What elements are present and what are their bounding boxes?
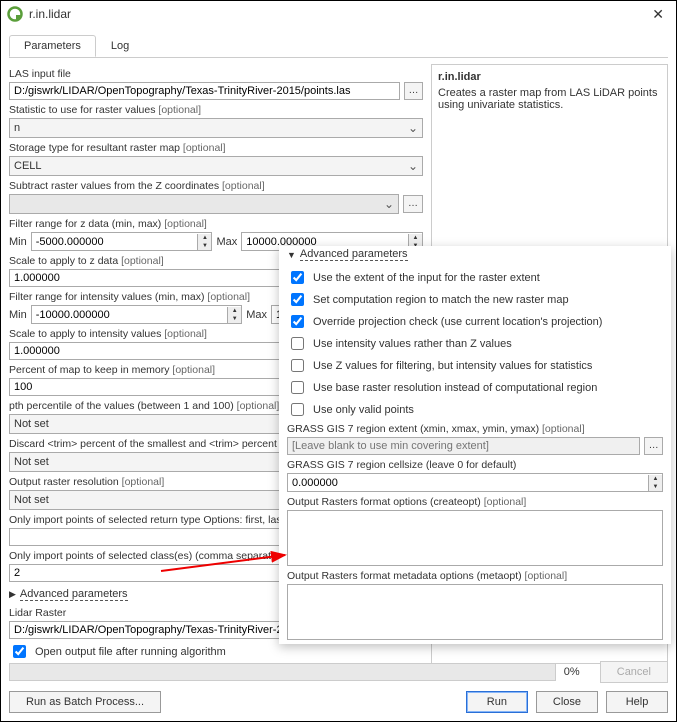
label-min: Min: [9, 236, 27, 248]
triangle-down-icon: ▼: [287, 250, 296, 260]
cancel-button: Cancel: [600, 661, 668, 683]
chk-use-extent[interactable]: Use the extent of the input for the rast…: [287, 268, 663, 287]
label-statistic: Statistic to use for raster values [opti…: [9, 104, 423, 116]
close-button[interactable]: Close: [536, 691, 598, 713]
label-subtract: Subtract raster values from the Z coordi…: [9, 180, 423, 192]
chk-valid-only[interactable]: Use only valid points: [287, 400, 663, 419]
spin-up-icon[interactable]: ▲: [198, 234, 211, 242]
help-button[interactable]: Help: [606, 691, 668, 713]
browse-subtract-button[interactable]: …: [403, 195, 423, 213]
i-min-field[interactable]: ▲▼: [31, 305, 242, 324]
title-bar: r.in.lidar ✕: [1, 1, 676, 27]
statistic-select[interactable]: n: [9, 118, 423, 138]
spin-down-icon[interactable]: ▼: [198, 242, 211, 250]
advanced-params-popover: ▼ Advanced parameters Use the extent of …: [279, 246, 671, 644]
label-las-input: LAS input file: [9, 68, 423, 80]
chk-z-filter[interactable]: Use Z values for filtering, but intensit…: [287, 356, 663, 375]
cellsize-field[interactable]: ▲▼: [287, 473, 663, 492]
subtract-select[interactable]: [9, 194, 399, 214]
spin-up-icon[interactable]: ▲: [409, 234, 422, 242]
label-storage: Storage type for resultant raster map [o…: [9, 142, 423, 154]
label-cellsize: GRASS GIS 7 region cellsize (leave 0 for…: [287, 459, 663, 471]
metaopt-textarea[interactable]: [287, 584, 663, 640]
tab-log[interactable]: Log: [96, 35, 144, 57]
createopt-textarea[interactable]: [287, 510, 663, 566]
close-icon[interactable]: ✕: [646, 6, 670, 23]
run-button[interactable]: Run: [466, 691, 528, 713]
chk-use-intensity[interactable]: Use intensity values rather than Z value…: [287, 334, 663, 353]
browse-las-button[interactable]: …: [404, 82, 423, 100]
help-title: r.in.lidar: [438, 71, 661, 83]
tab-parameters[interactable]: Parameters: [9, 35, 96, 57]
label-metaopt: Output Rasters format metadata options (…: [287, 570, 663, 582]
batch-button[interactable]: Run as Batch Process...: [9, 691, 161, 713]
window-title: r.in.lidar: [29, 7, 646, 21]
open-after-checkbox[interactable]: Open output file after running algorithm: [9, 642, 423, 661]
chk-override-proj[interactable]: Override projection check (use current l…: [287, 312, 663, 331]
qgis-logo-icon: [7, 6, 23, 22]
spin-up-icon[interactable]: ▲: [228, 307, 241, 315]
chk-set-region[interactable]: Set computation region to match the new …: [287, 290, 663, 309]
chk-base-res[interactable]: Use base raster resolution instead of co…: [287, 378, 663, 397]
region-extent-field[interactable]: [287, 437, 640, 455]
spin-down-icon[interactable]: ▼: [228, 315, 241, 323]
label-min: Min: [9, 309, 27, 321]
label-createopt: Output Rasters format options (createopt…: [287, 496, 663, 508]
spin-up-icon[interactable]: ▲: [649, 475, 662, 483]
label-max: Max: [246, 309, 267, 321]
browse-extent-button[interactable]: …: [644, 437, 663, 455]
advanced-params-header[interactable]: ▼ Advanced parameters: [287, 246, 663, 265]
progress-bar: [9, 663, 556, 681]
label-filter-z: Filter range for z data (min, max) [opti…: [9, 218, 423, 230]
storage-select[interactable]: CELL: [9, 156, 423, 176]
spin-down-icon[interactable]: ▼: [649, 483, 662, 491]
label-max: Max: [216, 236, 237, 248]
z-min-field[interactable]: ▲▼: [31, 232, 213, 251]
triangle-right-icon: ▶: [9, 589, 16, 600]
las-input-field[interactable]: [9, 82, 400, 100]
progress-percent: 0%: [564, 666, 592, 678]
help-description: Creates a raster map from LAS LiDAR poin…: [438, 87, 661, 111]
tab-bar: Parameters Log: [9, 35, 668, 58]
label-region-extent: GRASS GIS 7 region extent (xmin, xmax, y…: [287, 423, 663, 435]
